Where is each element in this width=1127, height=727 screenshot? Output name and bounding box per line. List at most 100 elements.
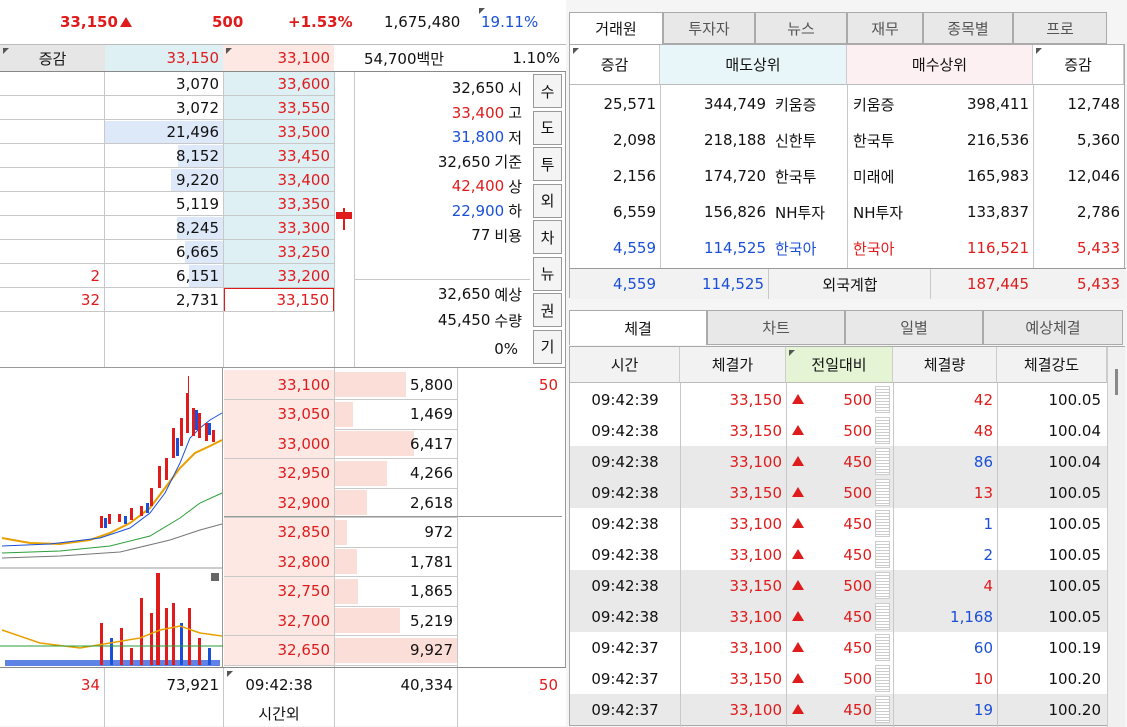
ask-price[interactable]: 33,150 — [224, 288, 334, 312]
foreign-total-sell: 114,525 — [701, 275, 764, 293]
trade-amount: 54,700백만 — [364, 49, 445, 68]
broker-bname[interactable]: 한국투 — [849, 123, 925, 157]
tick-price: 33,100 — [729, 514, 783, 533]
tick-price: 33,150 — [729, 669, 783, 688]
ask-price[interactable]: 33,250 — [224, 240, 334, 264]
tick-qty: 86 — [973, 452, 993, 471]
tab-bottom-1[interactable]: 차트 — [707, 310, 845, 345]
side-tab-4[interactable]: 차 — [533, 220, 562, 254]
broker-sname[interactable]: 키움증 — [771, 87, 847, 121]
ask-qty: 3,070 — [176, 74, 219, 93]
info-label: 수량 — [494, 311, 522, 330]
broker-bname[interactable]: 키움증 — [849, 87, 925, 121]
divider — [997, 383, 998, 727]
side-tab-1[interactable]: 도 — [533, 110, 562, 145]
bid-price[interactable]: 32,950 — [224, 458, 334, 488]
info-row: 0% — [356, 337, 528, 361]
broker-sname[interactable]: NH투자 — [771, 195, 847, 229]
broker-chg2: 12,046 — [1067, 167, 1121, 185]
bid-price[interactable]: 32,750 — [224, 576, 334, 606]
bid-price[interactable]: 32,900 — [224, 488, 334, 517]
bid-qty: 9,927 — [410, 641, 453, 659]
strength-gauge — [875, 665, 890, 692]
divider — [354, 72, 355, 367]
bid-price[interactable]: 32,700 — [224, 606, 334, 635]
tick-time: 09:42:37 — [591, 669, 659, 688]
broker-sname[interactable]: 신한투 — [771, 123, 847, 157]
footer-right-count: 50 — [538, 676, 558, 694]
tick-row: 09:42:38 33,150 500 4 100.05 — [570, 570, 1107, 601]
broker-sell: 218,188 — [703, 131, 766, 149]
ask-price[interactable]: 33,200 — [224, 264, 334, 288]
bid-extra: 50 — [538, 375, 558, 394]
broker-header: 매수상위 — [847, 45, 1033, 85]
tab-1[interactable]: 투자자 — [663, 12, 755, 44]
tick-row: 09:42:37 33,150 500 10 100.20 — [570, 663, 1107, 694]
info-row: 31,800 저 — [356, 125, 528, 149]
ask-price[interactable]: 33,450 — [224, 144, 334, 168]
divider — [1033, 85, 1034, 299]
tick-strength: 100.05 — [1048, 514, 1102, 533]
bid-price[interactable]: 32,800 — [224, 547, 334, 576]
tick-row: 09:42:38 33,100 450 2 100.05 — [570, 539, 1107, 570]
ask-price[interactable]: 33,300 — [224, 216, 334, 240]
divider — [224, 516, 562, 517]
side-tab-2[interactable]: 투 — [533, 147, 562, 181]
side-tab-6[interactable]: 권 — [533, 293, 562, 327]
side-tab-5[interactable]: 뉴 — [533, 256, 562, 291]
divider — [223, 72, 224, 367]
bid-price[interactable]: 32,650 — [224, 635, 334, 665]
tick-qty: 10 — [973, 669, 993, 688]
tick-header: 전일대비 — [786, 347, 893, 383]
tab-2[interactable]: 뉴스 — [755, 12, 847, 44]
broker-bname[interactable]: 미래에 — [849, 159, 925, 193]
side-tab-7[interactable]: 기 — [533, 329, 562, 364]
bid-price[interactable]: 33,050 — [224, 399, 334, 429]
bid-price[interactable]: 33,100 — [224, 370, 334, 399]
divider — [893, 383, 894, 727]
bid-price[interactable]: 33,000 — [224, 429, 334, 458]
tab-bottom-3[interactable]: 예상체결 — [983, 310, 1123, 345]
scrollbar[interactable] — [1107, 347, 1125, 727]
bid-price[interactable]: 32,850 — [224, 517, 334, 547]
broker-sname[interactable]: 한국투 — [771, 159, 847, 193]
info-row: 45,450 수량 — [356, 308, 528, 332]
bid-qty: 6,417 — [410, 434, 453, 453]
ask-extra: 32 — [80, 290, 100, 309]
tick-row: 09:42:38 33,150 500 48 100.04 — [570, 415, 1107, 446]
broker-bname[interactable]: 한국아 — [849, 231, 925, 265]
strength-gauge — [875, 386, 890, 413]
tab-bottom-0[interactable]: 체결 — [569, 310, 707, 345]
tick-diff: 450 — [843, 700, 872, 719]
tick-qty: 19 — [973, 700, 993, 719]
chart-toggle-icon[interactable] — [211, 573, 219, 581]
ask-price[interactable]: 33,500 — [224, 120, 334, 144]
tick-strength: 100.20 — [1048, 700, 1102, 719]
tick-time: 09:42:39 — [591, 390, 659, 409]
info-row: 32,650 시 — [356, 76, 528, 100]
tab-5[interactable]: 프로 — [1013, 12, 1107, 44]
ask-price[interactable]: 33,550 — [224, 96, 334, 120]
tab-4[interactable]: 종목별 — [923, 12, 1013, 44]
info-row: 32,650 기준 — [356, 150, 528, 174]
scrollbar-thumb[interactable] — [1115, 369, 1118, 395]
broker-bname[interactable]: NH투자 — [849, 195, 925, 229]
ask-price[interactable]: 33,600 — [224, 72, 334, 96]
tick-header: 시간 — [570, 347, 680, 383]
broker-buy: 133,837 — [966, 203, 1029, 221]
tick-time: 09:42:37 — [591, 638, 659, 657]
tab-3[interactable]: 재무 — [847, 12, 923, 44]
info-label: 하 — [508, 202, 522, 220]
broker-buy: 165,983 — [966, 167, 1029, 185]
tab-0[interactable]: 거래원 — [569, 12, 663, 44]
ask-price[interactable]: 33,400 — [224, 168, 334, 192]
tab-bottom-2[interactable]: 일별 — [845, 310, 983, 345]
ask-qty: 8,245 — [176, 218, 219, 237]
broker-sname[interactable]: 한국아 — [771, 231, 847, 265]
side-tab-0[interactable]: 수 — [533, 74, 562, 108]
ask-price[interactable]: 33,350 — [224, 192, 334, 216]
side-tab-3[interactable]: 외 — [533, 183, 562, 218]
tick-diff: 500 — [843, 390, 872, 409]
divider — [334, 72, 335, 367]
broker-table: 증감 매도상위 매수상위 증감 25,571 344,749 키움증 키움증 398,411 1… — [569, 44, 1126, 299]
